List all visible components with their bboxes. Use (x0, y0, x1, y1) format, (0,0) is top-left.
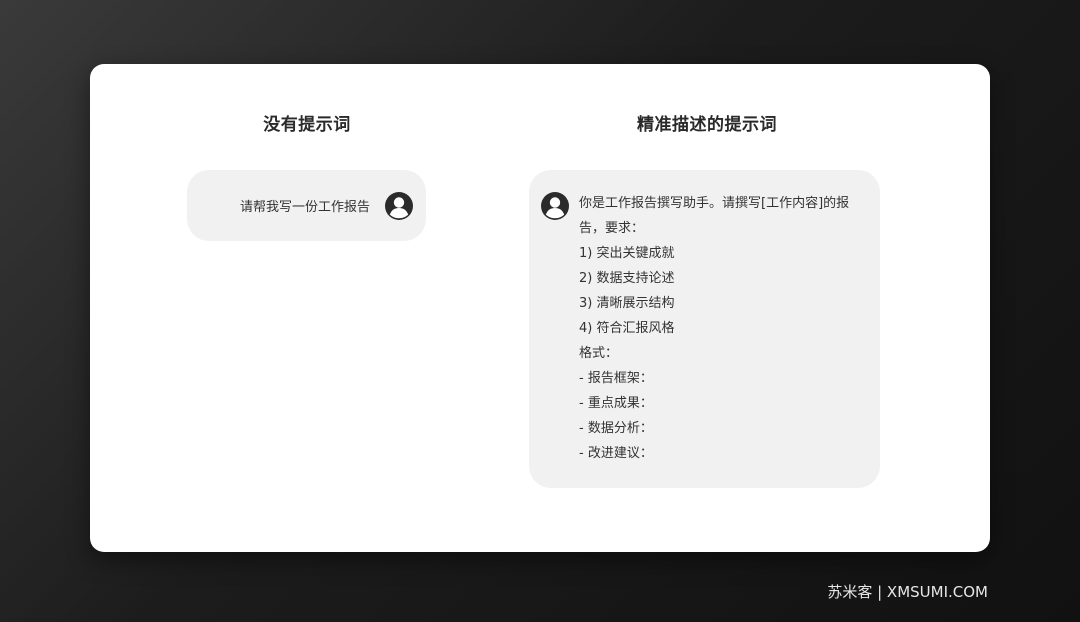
user-avatar-icon (384, 191, 414, 221)
watermark: 苏米客 | XMSUMI.COM (827, 583, 988, 601)
prompt-line: 4) 符合汇报风格 (579, 321, 675, 336)
prompt-line: - 数据分析： (579, 421, 653, 436)
left-chat-message: 请帮我写一份工作报告 (239, 200, 370, 215)
prompt-text: 你是工作报告撰写助手。请撰写[工作内容]的报 告，要求： 1) 突出关键成就 2… (579, 191, 871, 466)
right-column-title: 精准描述的提示词 (637, 115, 777, 135)
prompt-line: 格式： (579, 346, 619, 361)
user-avatar-icon (540, 191, 570, 221)
prompt-line: 你是工作报告撰写助手。请撰写[工作内容]的报 (579, 196, 850, 211)
comparison-card: 没有提示词 精准描述的提示词 请帮我写一份工作报告 你是工作报告撰写助手。请撰写… (90, 64, 990, 552)
prompt-line: - 重点成果： (579, 396, 653, 411)
prompt-line: 1) 突出关键成就 (579, 246, 675, 261)
prompt-line: 告，要求： (579, 221, 645, 236)
prompt-line: - 改进建议： (579, 446, 653, 461)
right-chat-bubble: 你是工作报告撰写助手。请撰写[工作内容]的报 告，要求： 1) 突出关键成就 2… (529, 170, 880, 488)
prompt-line: - 报告框架： (579, 371, 653, 386)
prompt-line: 2) 数据支持论述 (579, 271, 675, 286)
left-chat-bubble: 请帮我写一份工作报告 (187, 170, 426, 241)
prompt-line: 3) 清晰展示结构 (579, 296, 675, 311)
left-column-title: 没有提示词 (263, 115, 351, 135)
